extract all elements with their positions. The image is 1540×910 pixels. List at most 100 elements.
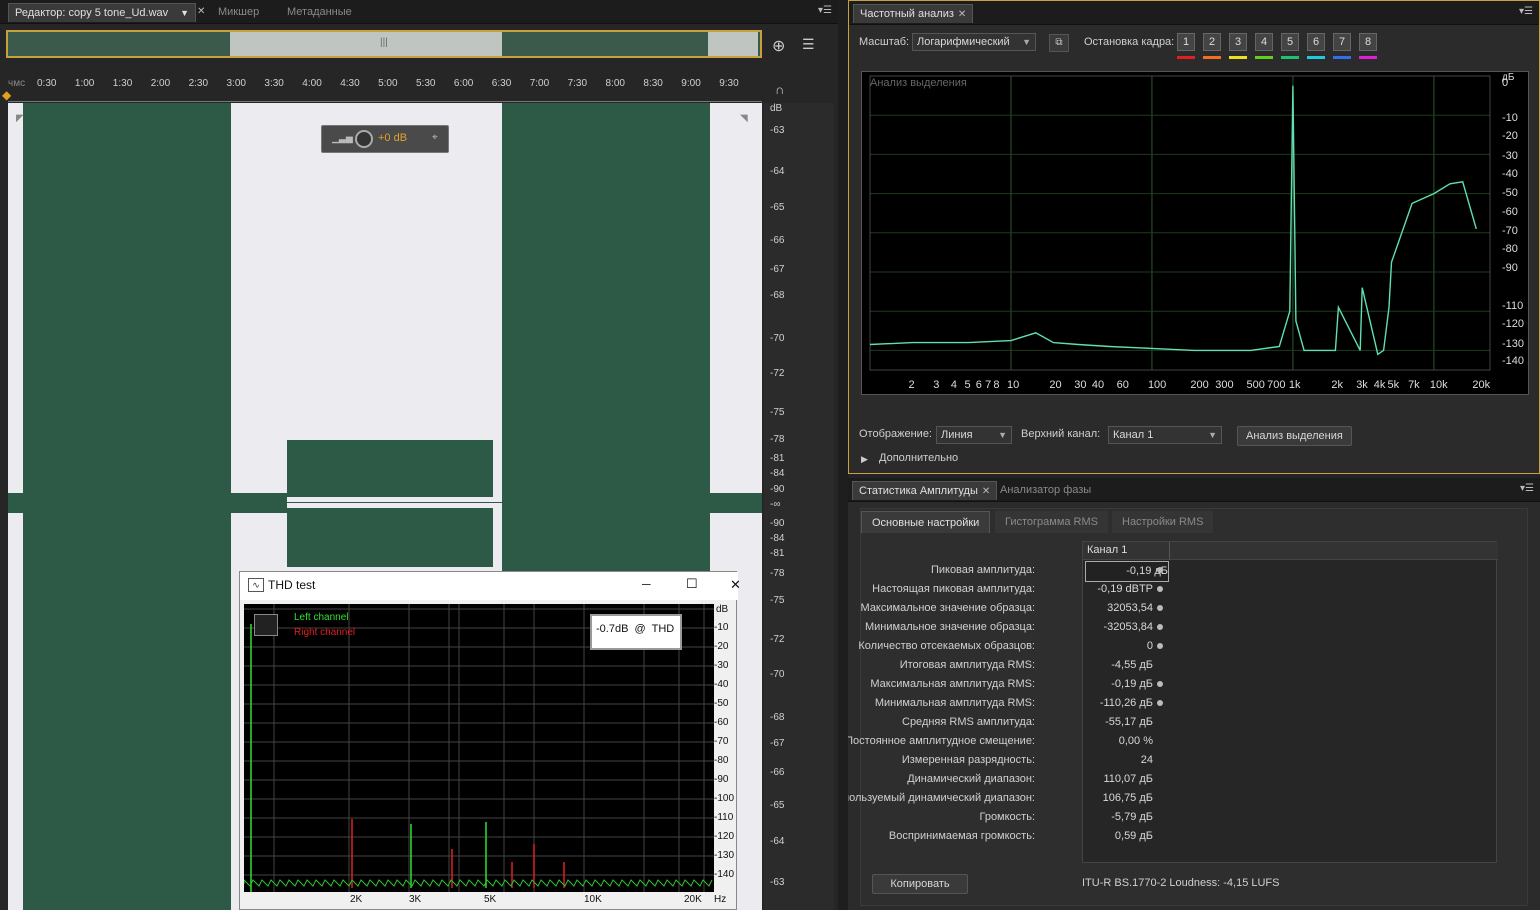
locate-icon[interactable] [1157,567,1163,573]
frame-button-5[interactable]: 5 [1281,33,1299,51]
stat-name: Минимальное значение образца: [864,621,1035,633]
more-label[interactable]: Дополнительно [879,452,958,464]
freq-x-label: 6 [976,379,982,391]
close-icon[interactable]: ✕ [730,577,741,593]
frame-button-7[interactable]: 7 [1333,33,1351,51]
stat-value[interactable]: 0 [1085,637,1153,656]
scale-select[interactable]: Логарифмический ▼ [912,33,1036,51]
headphones-icon[interactable]: ∩ [775,82,784,97]
stat-value[interactable]: -5,79 дБ [1085,808,1153,827]
playhead-marker-icon[interactable]: ◆ [2,88,11,102]
overview-grip-icon[interactable]: ||| [380,37,388,48]
frame-button-8[interactable]: 8 [1359,33,1377,51]
tab-editor[interactable]: Редактор: copy 5 tone_Ud.wav ▼ [8,3,196,22]
stat-name: Громкость: [979,811,1035,823]
analyze-selection-button[interactable]: Анализ выделения [1237,426,1352,446]
stat-value[interactable]: 0,00 % [1085,732,1153,751]
tab-phase-analyzer[interactable]: Анализатор фазы [994,481,1097,500]
thd-x-unit: Hz [714,894,727,905]
overview-viewport[interactable] [230,32,502,56]
stat-value[interactable]: -0,19 дБ [1085,561,1169,582]
list-icon[interactable]: ☰ [802,36,815,53]
expand-triangle-icon[interactable]: ▶ [861,454,868,465]
copy-button[interactable]: Копировать [872,874,968,894]
stat-value[interactable]: -4,55 дБ [1085,656,1153,675]
stat-row: Воспринимаемая громкость: 0,59 дБ [848,827,1497,846]
subtab-basic[interactable]: Основные настройки [861,511,991,533]
tab-amplitude-stats[interactable]: Статистика Амплитуды ✕ [852,481,998,500]
loudness-text: ITU-R BS.1770-2 Loudness: -4,15 LUFS [1082,877,1280,889]
maximize-icon[interactable]: ☐ [686,576,698,592]
thd-y-label: -10 [714,622,729,633]
minimize-icon[interactable]: ─ [642,577,651,591]
close-stats-icon[interactable]: ✕ [982,486,990,497]
frame-button-4[interactable]: 4 [1255,33,1273,51]
stat-value[interactable]: -0,19 дБ [1085,675,1153,694]
fade-in-handle-icon[interactable]: ◤ [16,113,24,124]
grid-toggle-icon[interactable] [254,614,278,636]
frame-button-1[interactable]: 1 [1177,33,1195,51]
channel-select[interactable]: Канал 1 ▼ [1108,426,1222,444]
ruler-tick-label: 3:30 [264,78,284,89]
thd-y-label: -60 [714,717,729,728]
subtab-rms-settings[interactable]: Настройки RMS [1112,511,1214,533]
db-label: -75 [770,407,785,418]
stat-value[interactable]: -110,26 дБ [1085,694,1153,713]
frame-color-8 [1359,56,1377,59]
close-editor-icon[interactable]: ✕ [197,6,205,17]
locate-icon[interactable] [1157,586,1163,592]
time-ruler[interactable]: чмс 0:30 1:00 1:30 2:00 2:30 3:00 3:30 4:00 4:30… [8,78,762,102]
hud-gain[interactable]: ▁▃▅ +0 dB ⌖ [321,125,449,153]
stat-value[interactable]: -0,19 dBTP [1085,580,1153,599]
stat-value[interactable]: 110,07 дБ [1085,770,1153,789]
close-freq-icon[interactable]: ✕ [958,9,966,20]
stat-row: Максимальная амплитуда RMS: -0,19 дБ [848,675,1497,694]
file-dropdown-icon[interactable]: ▼ [180,4,189,23]
fade-out-handle-icon[interactable]: ◥ [740,113,748,124]
freq-y-label: -30 [1502,150,1518,162]
thd-y-label: -140 [714,869,735,880]
zoom-icon[interactable]: ⊕ [772,36,785,56]
overview-bar[interactable]: ||| [6,30,762,58]
panel-menu-icon[interactable]: ▾☰ [818,5,832,16]
tab-metadata[interactable]: Метаданные [281,3,358,22]
locate-icon[interactable] [1157,681,1163,687]
stat-value[interactable]: 24 [1085,751,1153,770]
copy-frame-icon[interactable]: ⧉ [1049,34,1069,52]
frame-button-6[interactable]: 6 [1307,33,1325,51]
thd-y-label: -100 [714,793,735,804]
subtab-rms-histogram[interactable]: Гистограмма RMS [995,511,1109,533]
thd-y-label: -70 [714,736,729,747]
locate-icon[interactable] [1157,624,1163,630]
locate-icon[interactable] [1157,643,1163,649]
channel-label: Верхний канал: [1021,428,1101,440]
locate-icon[interactable] [1157,605,1163,611]
locate-icon[interactable] [1157,700,1163,706]
pin-icon[interactable]: ⌖ [432,132,438,143]
gain-value[interactable]: +0 dB [378,132,407,144]
frame-button-3[interactable]: 3 [1229,33,1247,51]
gain-knob-icon[interactable] [355,130,373,148]
stat-value[interactable]: -55,17 дБ [1085,713,1153,732]
stat-value[interactable]: -32053,84 [1085,618,1153,637]
thd-titlebar[interactable]: ∿ THD test ─ ☐ ✕ [240,572,741,600]
freq-y-label: -20 [1502,130,1518,142]
vertical-divider[interactable] [838,0,848,910]
tab-frequency[interactable]: Частотный анализ ✕ [853,4,974,23]
tab-mixer[interactable]: Микшер [212,3,265,22]
display-select[interactable]: Линия ▼ [936,426,1012,444]
stat-value[interactable]: 0,59 дБ [1085,827,1153,846]
thd-window[interactable]: ∿ THD test ─ ☐ ✕ Left channel Right chan… [239,571,741,910]
stats-menu-icon[interactable]: ▾☰ [1520,483,1534,494]
frame-color-3 [1229,56,1247,59]
stat-value[interactable]: 32053,54 [1085,599,1153,618]
ruler-tick-label: 1:30 [112,78,133,89]
frame-color-6 [1307,56,1325,59]
frame-button-2[interactable]: 2 [1203,33,1221,51]
freq-chart[interactable]: 0 -10 -20 -30 -40 -50 -60 -70 -80 -90 -110 -120 -130… [861,71,1529,395]
freq-x-label: 3 [933,379,939,391]
db-label: -72 [770,634,785,645]
freq-menu-icon[interactable]: ▾☰ [1519,6,1533,17]
freq-x-label: 200 [1190,379,1208,391]
stat-value[interactable]: 106,75 дБ [1085,789,1153,808]
